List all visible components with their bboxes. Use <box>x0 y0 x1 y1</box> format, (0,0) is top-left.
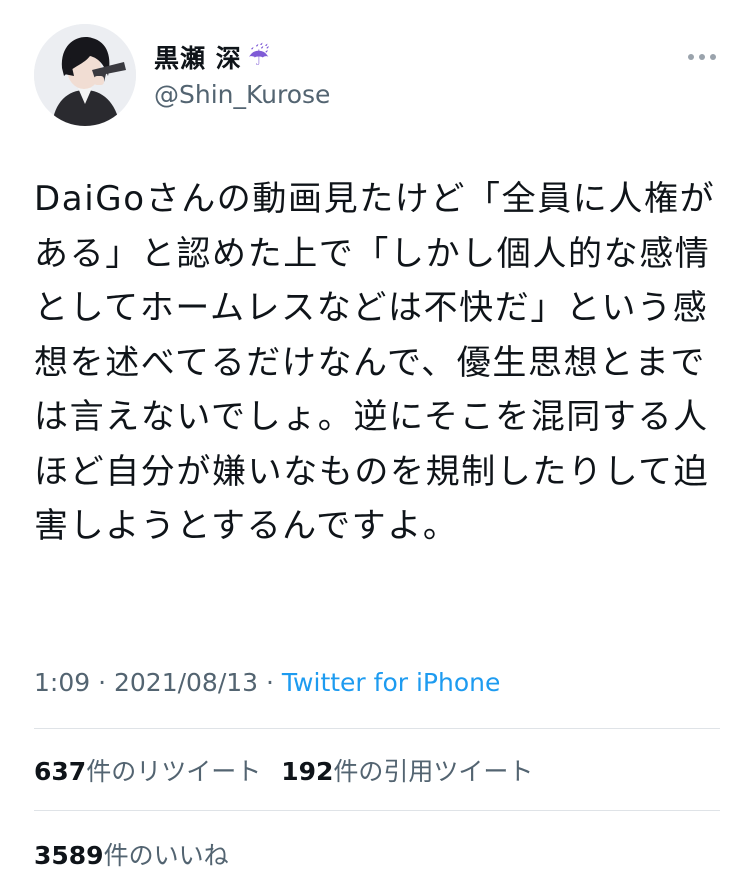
dot <box>710 54 716 60</box>
display-name[interactable]: 黒瀬 深 ☔ <box>154 40 330 74</box>
dot <box>699 54 705 60</box>
tweet-header: 黒瀬 深 ☔ @Shin_Kurose <box>34 24 720 134</box>
dot <box>688 54 694 60</box>
user-handle[interactable]: @Shin_Kurose <box>154 80 330 109</box>
avatar[interactable] <box>34 24 136 126</box>
divider <box>34 728 720 729</box>
display-name-text: 黒瀬 深 <box>154 44 242 73</box>
likes-label: 件のいいね <box>103 841 229 870</box>
retweets-count: 637 <box>34 757 87 786</box>
meta-separator: · <box>90 668 114 697</box>
tweet-text: DaiGoさんの動画見たけど「全員に人権がある」と認めた上で「しかし個人的な感情… <box>34 179 716 546</box>
quotes-stat[interactable]: 192件の引用ツイート <box>281 752 533 788</box>
avatar-illustration-icon <box>34 24 136 126</box>
quotes-label: 件の引用ツイート <box>333 757 534 786</box>
likes-count: 3589 <box>34 841 104 870</box>
meta-separator: · <box>258 668 282 697</box>
tweet-meta: 1:09 · 2021/08/13 · Twitter for iPhone <box>34 668 500 697</box>
more-options-icon[interactable] <box>684 50 716 64</box>
divider <box>34 810 720 811</box>
likes-row: 3589件のいいね <box>34 836 229 872</box>
retweets-stat[interactable]: 637件のリツイート <box>34 752 261 788</box>
tweet-date[interactable]: 2021/08/13 <box>114 668 258 697</box>
likes-stat[interactable]: 3589件のいいね <box>34 836 229 872</box>
engagement-row: 637件のリツイート 192件の引用ツイート <box>34 752 533 788</box>
tweet-time[interactable]: 1:09 <box>34 668 90 697</box>
umbrella-icon: ☔ <box>247 43 271 71</box>
tweet-client-link[interactable]: Twitter for iPhone <box>282 668 500 697</box>
quotes-count: 192 <box>281 757 334 786</box>
retweets-label: 件のリツイート <box>86 757 262 786</box>
